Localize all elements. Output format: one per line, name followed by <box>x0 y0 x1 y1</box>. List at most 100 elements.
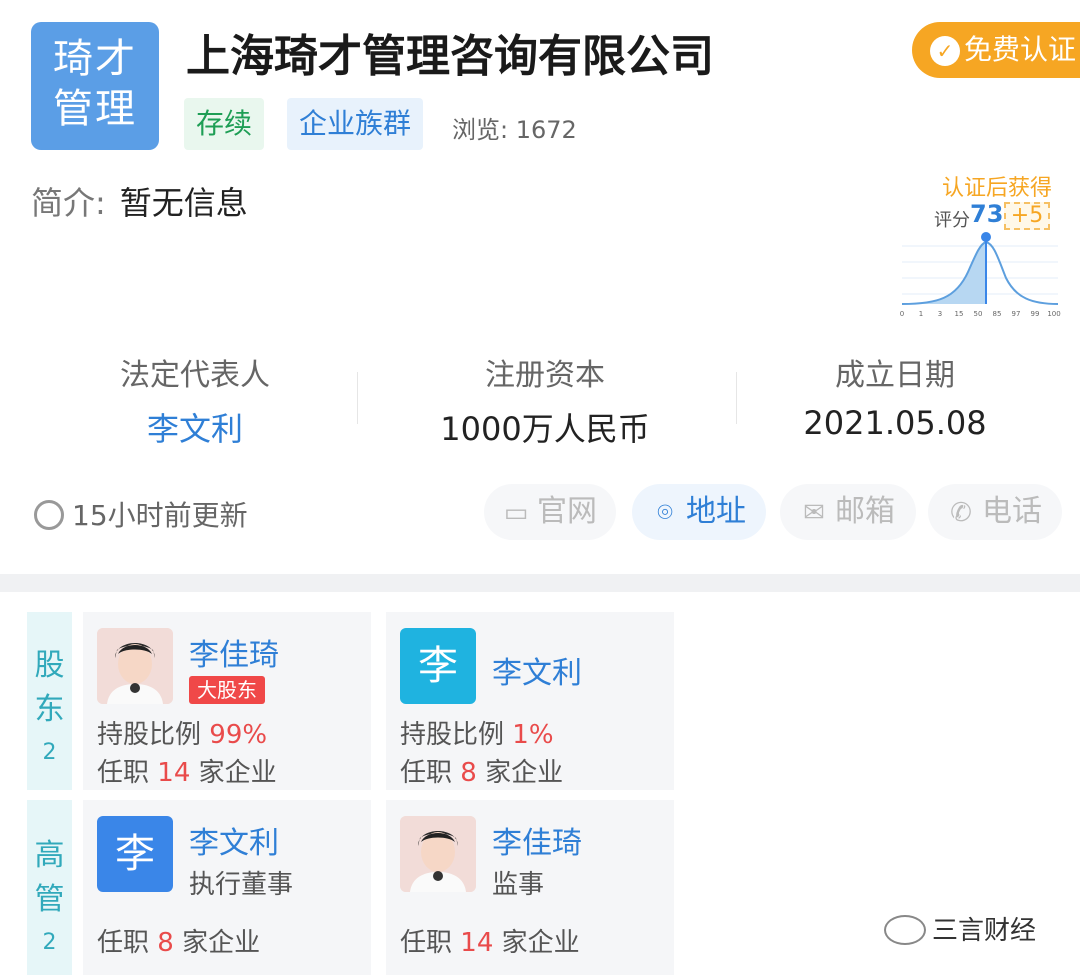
status-badge: 存续 <box>184 98 265 150</box>
shareholders-count: 2 <box>42 740 57 765</box>
letter-avatar: 李 <box>97 816 173 892</box>
logo-text-line1: 琦才 <box>53 36 137 82</box>
shareholder-card[interactable]: 李佳琦 大股东 持股比例 99% 任职 14 家企业 <box>83 612 371 790</box>
intro-label: 简介: <box>31 184 106 222</box>
shareholder-card[interactable]: 李 李文利 持股比例 1% 任职 8 家企业 <box>386 612 674 790</box>
executive-name[interactable]: 李文利 <box>189 818 279 862</box>
positions-prefix: 任职 <box>97 928 150 958</box>
shareholders-tab[interactable]: 股 东 2 <box>27 612 72 790</box>
shareholders-label-bottom: 东 <box>34 692 65 727</box>
positions-suffix: 家企业 <box>198 758 277 788</box>
share-ratio-label: 持股比例 <box>400 720 505 750</box>
founded-date: 成立日期 2021.05.08 <box>730 350 1060 442</box>
positions-count: 8 <box>157 928 174 958</box>
positions-suffix: 家企业 <box>485 758 564 788</box>
legal-rep-link[interactable]: 李文利 <box>30 404 360 450</box>
update-text: 15小时前更新 <box>72 499 248 532</box>
legal-representative: 法定代表人 李文利 <box>30 350 360 450</box>
score-gain-label: 认证后获得 <box>941 176 1052 201</box>
score-tick-label: 100 <box>1047 310 1060 318</box>
executive-role: 监事 <box>492 870 545 900</box>
score-value: 73 <box>970 200 1004 228</box>
certify-label: 免费认证 <box>964 33 1077 66</box>
shareholder-name[interactable]: 李佳琦 <box>189 630 279 674</box>
executives-count: 2 <box>42 930 57 955</box>
shareholders-label-top: 股 <box>34 648 65 683</box>
positions-count: 8 <box>460 758 477 788</box>
stat-divider <box>357 372 358 424</box>
watermark-text: 三言财经 <box>932 916 1037 946</box>
company-name: 上海琦才管理咨询有限公司 <box>186 31 714 82</box>
executives-tab[interactable]: 高 管 2 <box>27 800 72 975</box>
address-label: 地址 <box>686 494 746 529</box>
website-label: 官网 <box>537 494 597 529</box>
founded-label: 成立日期 <box>835 358 955 393</box>
share-ratio-label: 持股比例 <box>97 720 202 750</box>
phone-button[interactable]: ✆ 电话 <box>928 484 1062 540</box>
score-tick-label: 50 <box>974 310 983 318</box>
wechat-icon <box>884 915 926 945</box>
score-bonus: +5 <box>1004 202 1050 230</box>
score-tick-label: 15 <box>955 310 964 318</box>
legal-rep-label: 法定代表人 <box>120 358 270 393</box>
check-badge-icon: ✓ <box>930 36 960 66</box>
positions-suffix: 家企业 <box>182 928 261 958</box>
executives-label-bottom: 管 <box>34 882 65 917</box>
capital-label: 注册资本 <box>485 358 605 393</box>
section-divider <box>0 574 1080 592</box>
mail-icon: ✉ <box>803 498 825 528</box>
person-avatar <box>97 628 173 704</box>
positions-held: 任职 14 家企业 <box>97 752 277 789</box>
positions-prefix: 任职 <box>400 928 453 958</box>
registered-capital: 注册资本 1000万人民币 <box>380 350 710 450</box>
executive-card[interactable]: 李 李文利 执行董事 任职 8 家企业 <box>83 800 371 975</box>
letter-avatar: 李 <box>400 628 476 704</box>
website-button[interactable]: ▭ 官网 <box>484 484 616 540</box>
score-tick-label: 97 <box>1012 310 1021 318</box>
score-tick-label: 3 <box>938 310 942 318</box>
positions-prefix: 任职 <box>97 758 150 788</box>
email-button[interactable]: ✉ 邮箱 <box>780 484 916 540</box>
capital-value: 1000万人民币 <box>440 410 650 448</box>
score-tick-label: 85 <box>993 310 1002 318</box>
executive-name[interactable]: 李佳琦 <box>492 818 582 862</box>
watermark: 三言财经 <box>884 910 1036 947</box>
person-photo-icon <box>400 816 476 892</box>
score-tick-label: 1 <box>919 310 923 318</box>
monitor-icon: ▭ <box>503 498 529 528</box>
score-widget[interactable]: 认证后获得 评分 73 +5 0 1 3 15 50 85 97 99 100 <box>898 168 1062 320</box>
positions-prefix: 任职 <box>400 758 453 788</box>
positions-held: 任职 8 家企业 <box>400 752 563 789</box>
positions-count: 14 <box>157 758 191 788</box>
view-count: 浏览: 1672 <box>452 116 577 144</box>
address-button[interactable]: ⌾ 地址 <box>632 484 766 540</box>
share-ratio-value: 1% <box>512 720 554 750</box>
executive-role: 执行董事 <box>189 870 294 900</box>
score-marker-pin <box>981 232 991 242</box>
founded-value: 2021.05.08 <box>803 404 987 442</box>
phone-icon: ✆ <box>950 498 972 528</box>
share-ratio-value: 99% <box>209 720 268 750</box>
logo-text-line2: 管理 <box>53 86 137 132</box>
positions-count: 14 <box>460 928 494 958</box>
shareholder-name[interactable]: 李文利 <box>492 648 582 692</box>
score-tick-label: 0 <box>900 310 904 318</box>
positions-held: 任职 14 家企业 <box>400 922 580 959</box>
enterprise-group-tag[interactable]: 企业族群 <box>287 98 424 150</box>
person-avatar <box>400 816 476 892</box>
location-pin-icon: ⌾ <box>657 498 673 528</box>
positions-suffix: 家企业 <box>501 928 580 958</box>
executive-card[interactable]: 李佳琦 监事 任职 14 家企业 <box>386 800 674 975</box>
company-logo: 琦才 管理 <box>31 22 159 150</box>
company-intro: 简介: 暂无信息 <box>31 178 248 224</box>
intro-value: 暂无信息 <box>119 184 248 222</box>
update-status[interactable]: 15小时前更新 <box>34 494 248 534</box>
score-tick-label: 99 <box>1031 310 1040 318</box>
refresh-icon <box>34 500 64 530</box>
free-certify-button[interactable]: ✓ 免费认证 <box>912 22 1080 78</box>
phone-label: 电话 <box>982 494 1042 529</box>
major-shareholder-badge: 大股东 <box>189 676 265 704</box>
email-label: 邮箱 <box>835 494 895 529</box>
share-ratio: 持股比例 99% <box>97 714 267 751</box>
executives-label-top: 高 <box>34 838 65 873</box>
